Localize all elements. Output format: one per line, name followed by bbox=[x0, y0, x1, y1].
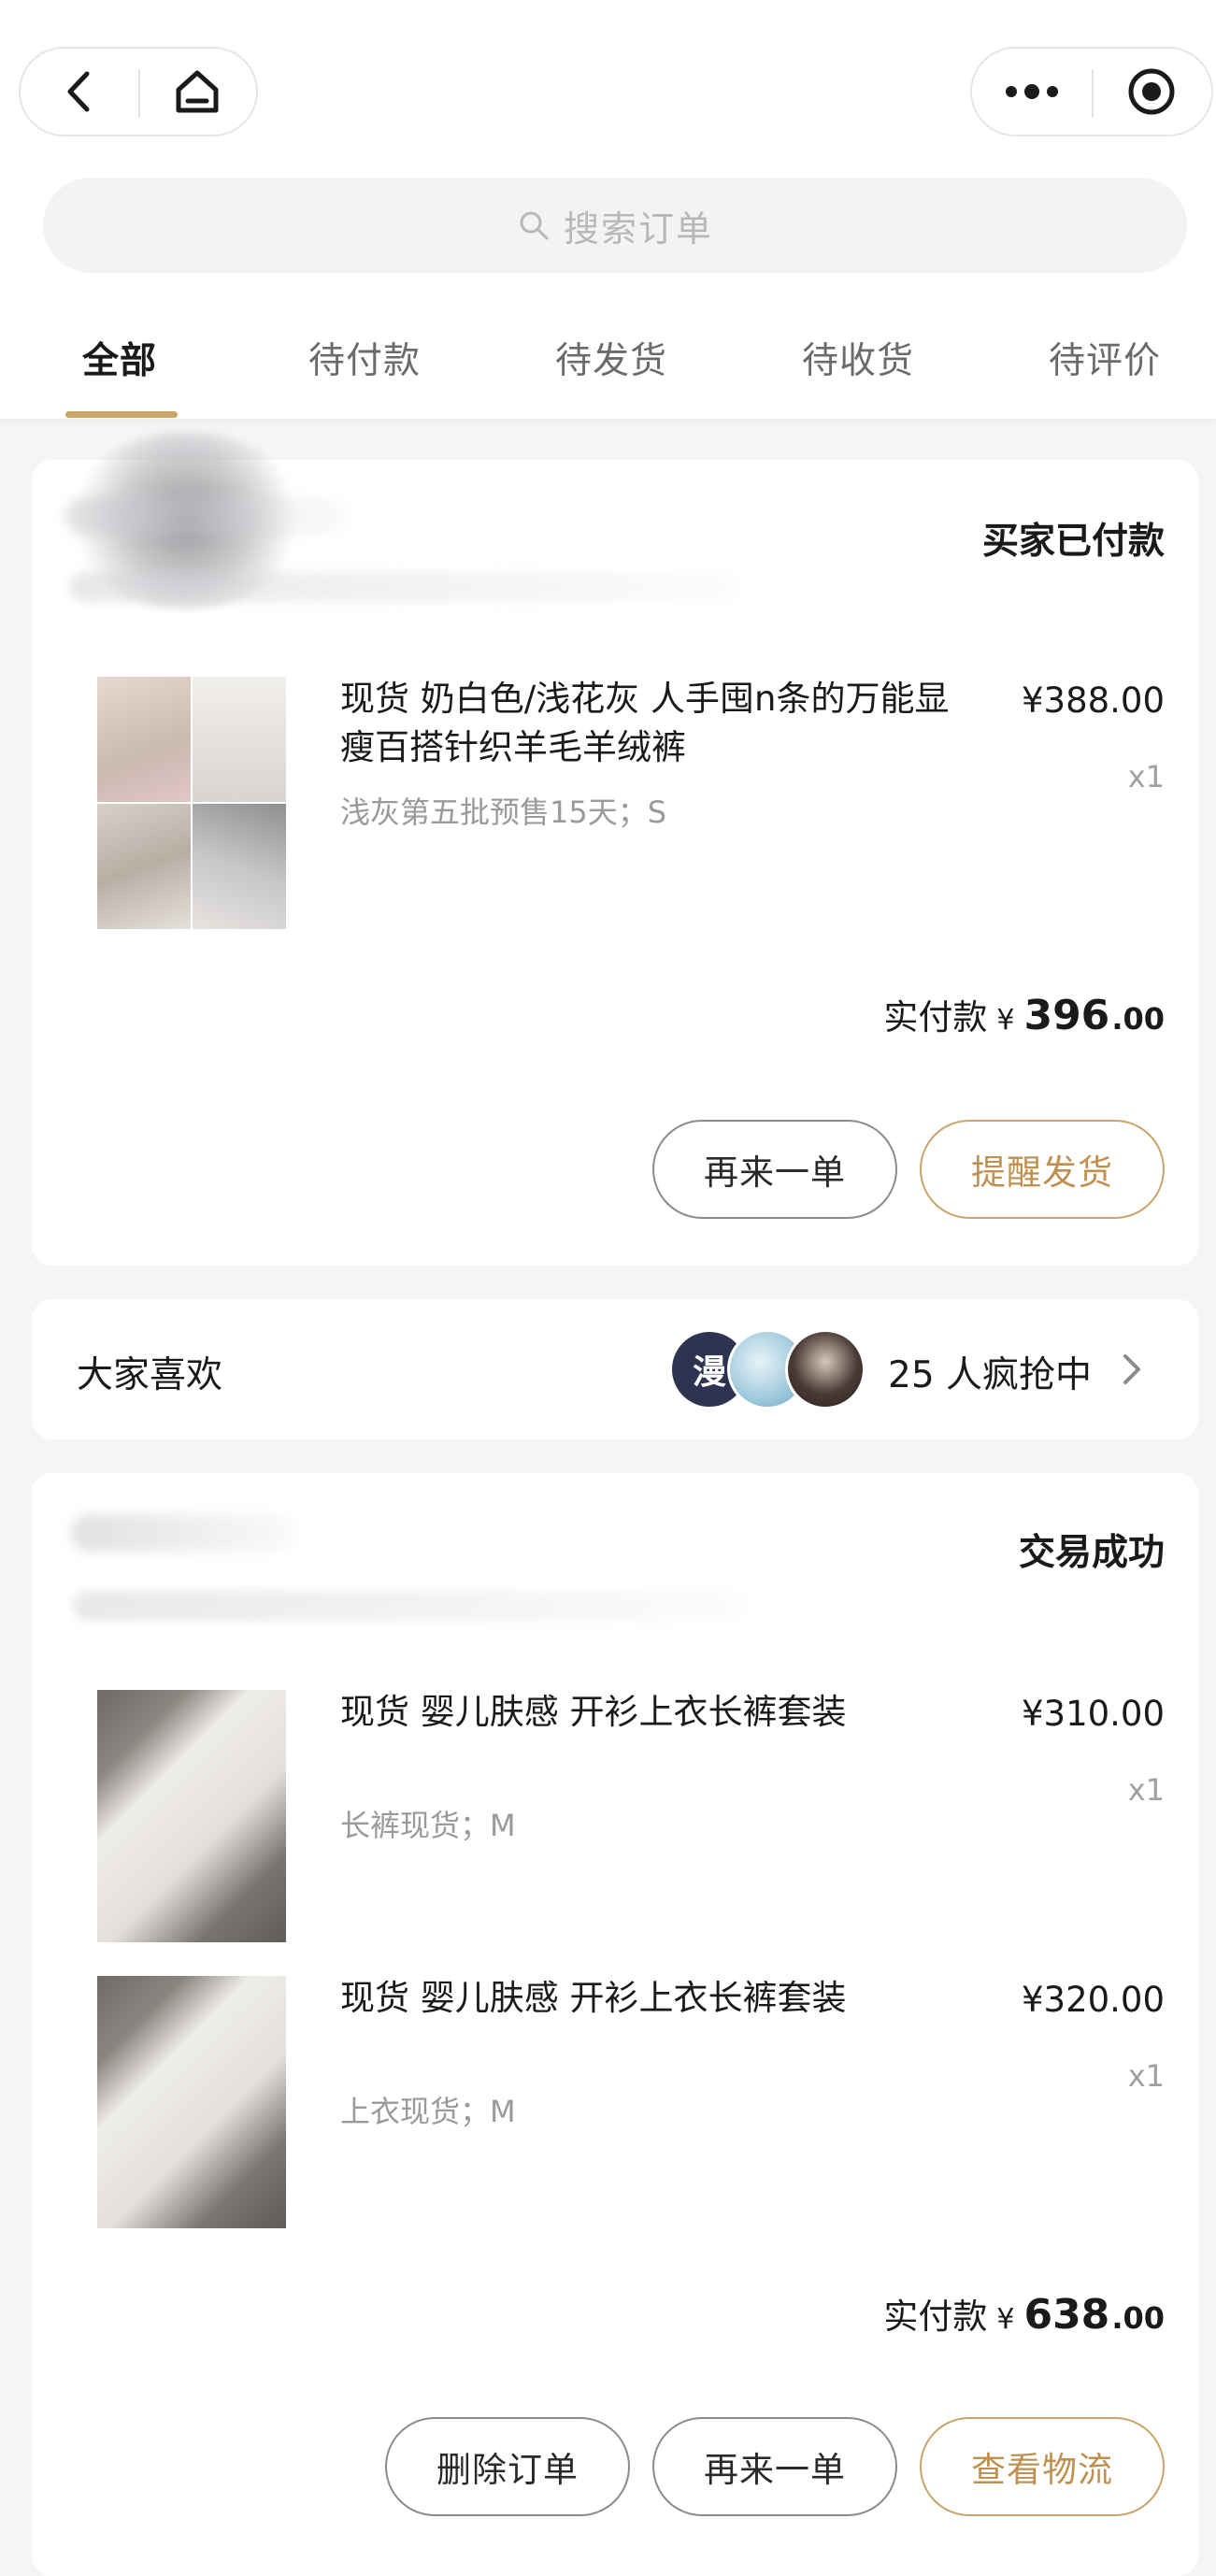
order-status: 买家已付款 bbox=[981, 521, 1165, 563]
paid-total: 实付款 ¥ 396 .00 bbox=[883, 989, 1165, 1039]
tab-pending-shipment[interactable]: 待发货 bbox=[555, 332, 667, 384]
paid-currency: ¥ bbox=[996, 1004, 1015, 1037]
product-thumbnail[interactable] bbox=[97, 1976, 286, 2228]
reorder-button[interactable]: 再来一单 bbox=[652, 1120, 897, 1219]
product-spec: 上衣现货；M bbox=[340, 2094, 516, 2129]
product-spec: 浅灰第五批预售15天；S bbox=[340, 794, 667, 830]
avatar bbox=[785, 1329, 866, 1410]
home-button[interactable] bbox=[138, 49, 256, 135]
order-tabs: 全部 待付款 待发货 待收货 待评价 bbox=[0, 313, 1216, 416]
paid-label: 实付款 bbox=[883, 997, 988, 1038]
redacted-order-number bbox=[69, 572, 742, 602]
paid-amount-decimal: .00 bbox=[1111, 1001, 1165, 1037]
nav-capsule bbox=[19, 47, 258, 136]
paid-currency: ¥ bbox=[996, 2303, 1015, 2336]
target-icon bbox=[1128, 68, 1175, 115]
product-price: ¥388.00 bbox=[1021, 680, 1165, 721]
view-logistics-button[interactable]: 查看物流 bbox=[920, 2417, 1165, 2516]
more-dots-icon bbox=[1006, 84, 1058, 99]
redacted-order-number bbox=[73, 1591, 746, 1621]
top-header: 搜索订单 全部 待付款 待发货 待收货 待评价 bbox=[0, 0, 1216, 419]
paid-amount-decimal: .00 bbox=[1111, 2300, 1165, 2336]
tab-pending-receipt[interactable]: 待收货 bbox=[802, 332, 914, 384]
product-title[interactable]: 现货 婴儿肤感 开衫上衣长裤套装 bbox=[340, 1688, 957, 1737]
product-title[interactable]: 现货 婴儿肤感 开衫上衣长裤套装 bbox=[340, 1974, 957, 2023]
tab-all[interactable]: 全部 bbox=[82, 332, 157, 384]
home-icon bbox=[176, 70, 219, 113]
product-thumbnail[interactable] bbox=[97, 677, 286, 929]
back-button[interactable] bbox=[21, 49, 138, 135]
search-icon bbox=[520, 211, 549, 240]
paid-amount-integer: 638 bbox=[1023, 2291, 1110, 2339]
redacted-shop-name bbox=[71, 1514, 295, 1552]
recommend-count: 25 人疯抢中 bbox=[888, 1354, 1093, 1396]
close-button[interactable] bbox=[1092, 49, 1211, 135]
product-quantity: x1 bbox=[1127, 1772, 1165, 1808]
more-button[interactable] bbox=[972, 49, 1092, 135]
chevron-right-icon bbox=[1123, 1354, 1140, 1384]
product-spec: 长裤现货；M bbox=[340, 1808, 516, 1843]
avatar-text: 漫 bbox=[692, 1353, 726, 1392]
redacted-shop-name bbox=[65, 497, 346, 535]
chevron-left-icon bbox=[67, 71, 90, 112]
order-status: 交易成功 bbox=[1018, 1532, 1165, 1574]
product-price: ¥320.00 bbox=[1021, 1980, 1165, 2020]
recommend-bar[interactable]: 大家喜欢 漫 25 人疯抢中 bbox=[32, 1299, 1198, 1439]
paid-total: 实付款 ¥ 638 .00 bbox=[883, 2288, 1165, 2339]
paid-amount-integer: 396 bbox=[1023, 992, 1110, 1039]
product-thumbnail[interactable] bbox=[97, 1690, 286, 1942]
remind-shipment-button[interactable]: 提醒发货 bbox=[920, 1120, 1165, 1219]
product-title[interactable]: 现货 奶白色/浅花灰 人手囤n条的万能显瘦百搭针织羊毛羊绒裤 bbox=[340, 675, 957, 772]
product-price: ¥310.00 bbox=[1021, 1694, 1165, 1734]
reorder-button[interactable]: 再来一单 bbox=[652, 2417, 897, 2516]
tab-pending-payment[interactable]: 待付款 bbox=[308, 332, 421, 384]
search-placeholder: 搜索订单 bbox=[563, 208, 713, 250]
order-card[interactable]: 买家已付款 现货 奶白色/浅花灰 人手囤n条的万能显瘦百搭针织羊毛羊绒裤 浅灰第… bbox=[32, 432, 1198, 1266]
search-input[interactable]: 搜索订单 bbox=[43, 178, 1187, 273]
order-card[interactable]: 交易成功 现货 婴儿肤感 开衫上衣长裤套装 长裤现货；M ¥310.00 x1 … bbox=[32, 1473, 1198, 2576]
paid-label: 实付款 bbox=[883, 2297, 988, 2337]
delete-order-button[interactable]: 删除订单 bbox=[385, 2417, 630, 2516]
menu-capsule bbox=[970, 47, 1213, 136]
tab-pending-review[interactable]: 待评价 bbox=[1049, 332, 1161, 384]
recommend-title: 大家喜欢 bbox=[77, 1354, 223, 1396]
active-tab-indicator bbox=[65, 411, 178, 418]
product-quantity: x1 bbox=[1127, 2058, 1165, 2094]
product-quantity: x1 bbox=[1127, 759, 1165, 794]
